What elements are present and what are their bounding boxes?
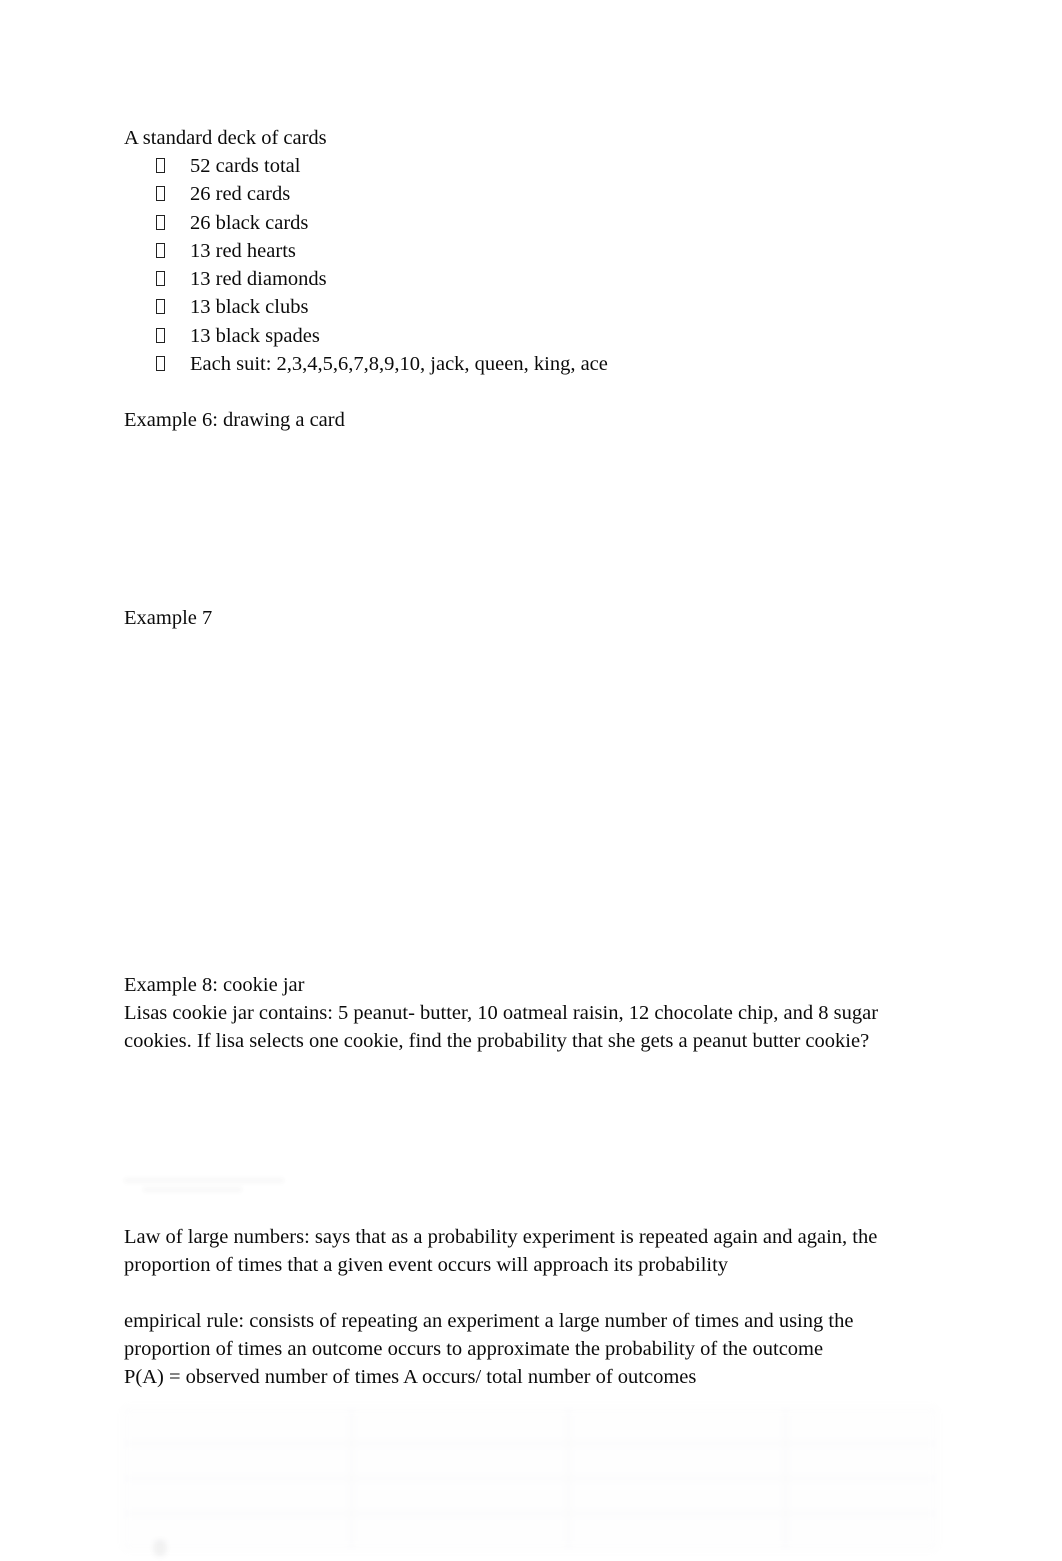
example-8-body-line-1: Lisas cookie jar contains: 5 peanut- but…	[124, 1002, 879, 1025]
list-item: 13 red hearts	[124, 237, 892, 265]
list-item-label: 13 red hearts	[190, 239, 296, 262]
blank-space	[124, 378, 892, 406]
missing-glyph-box-icon	[156, 186, 165, 202]
missing-glyph-box-icon	[156, 271, 165, 287]
table-row	[124, 1513, 936, 1549]
list-item-label: 52 cards total	[190, 155, 301, 177]
list-item-label: 13 black spades	[190, 324, 320, 347]
missing-glyph-box-icon	[156, 356, 165, 372]
table-cell	[568, 1443, 786, 1479]
empirical-rule-line-1: empirical rule: consists of repeating an…	[124, 1310, 854, 1333]
list-item-label: Each suit: 2,3,4,5,6,7,8,9,10, jack, que…	[190, 353, 608, 376]
example-8-work-area	[124, 1055, 892, 1223]
missing-glyph-box-icon	[156, 158, 165, 173]
law-of-large-numbers-line-1: Law of large numbers: says that as a pro…	[124, 1226, 878, 1249]
empirical-rule-line-2: proportion of times an outcome occurs to…	[124, 1338, 824, 1361]
document-page: A standard deck of cards 52 cards total …	[0, 0, 1062, 1561]
example-8-body-line-2: cookies. If lisa selects one cookie, fin…	[124, 1030, 870, 1053]
list-item-label: 13 black clubs	[190, 296, 309, 319]
list-item: 13 black clubs	[124, 293, 892, 321]
list-item-label: 26 black cards	[190, 211, 309, 234]
table-cell	[568, 1408, 786, 1444]
missing-glyph-box-icon	[156, 299, 165, 315]
example-8-heading: Example 8: cookie jar	[124, 974, 305, 997]
table-cell	[124, 1478, 352, 1514]
table-cell	[124, 1513, 352, 1549]
example-6-heading: Example 6: drawing a card	[124, 409, 345, 432]
empirical-rule-line-3: P(A) = observed number of times A occurs…	[124, 1366, 697, 1389]
list-item-label: 13 red diamonds	[190, 268, 327, 291]
example-7-heading: Example 7	[124, 607, 213, 630]
table-cell	[785, 1478, 936, 1514]
missing-glyph-box-icon	[156, 242, 165, 258]
table-cell	[124, 1443, 352, 1479]
list-item: 52 cards total	[124, 152, 892, 180]
missing-glyph-box-icon	[156, 1541, 164, 1554]
document-body: A standard deck of cards 52 cards total …	[124, 124, 892, 1391]
deck-of-cards-list: 52 cards total 26 red cards 26 black car…	[124, 152, 892, 378]
table-row	[124, 1408, 936, 1444]
table-cell	[568, 1478, 786, 1514]
list-item: Each suit: 2,3,4,5,6,7,8,9,10, jack, que…	[124, 350, 892, 378]
missing-glyph-box-icon	[156, 327, 165, 343]
table-cell	[785, 1408, 936, 1444]
list-item: 26 black cards	[124, 209, 892, 237]
table-row	[124, 1478, 936, 1514]
faded-footnote	[156, 1537, 936, 1557]
blank-space	[124, 1279, 892, 1307]
deck-of-cards-heading: A standard deck of cards	[124, 127, 327, 149]
missing-glyph-box-icon	[156, 214, 165, 230]
faded-table-grid	[124, 1408, 936, 1549]
list-item: 13 black spades	[124, 322, 892, 350]
list-item: 13 red diamonds	[124, 265, 892, 293]
table-cell	[351, 1478, 569, 1514]
table-cell	[351, 1443, 569, 1479]
table-cell	[785, 1513, 936, 1549]
faded-table	[124, 1404, 936, 1549]
example-6-work-area	[124, 434, 892, 604]
table-row	[124, 1443, 936, 1479]
example-7-work-area	[124, 632, 892, 971]
table-cell	[351, 1513, 569, 1549]
table-cell	[568, 1513, 786, 1549]
table-cell	[785, 1443, 936, 1479]
law-of-large-numbers-line-2: proportion of times that a given event o…	[124, 1254, 729, 1277]
table-cell	[124, 1408, 352, 1444]
table-cell	[351, 1408, 569, 1444]
list-item-label: 26 red cards	[190, 183, 291, 206]
list-item: 26 red cards	[124, 180, 892, 208]
